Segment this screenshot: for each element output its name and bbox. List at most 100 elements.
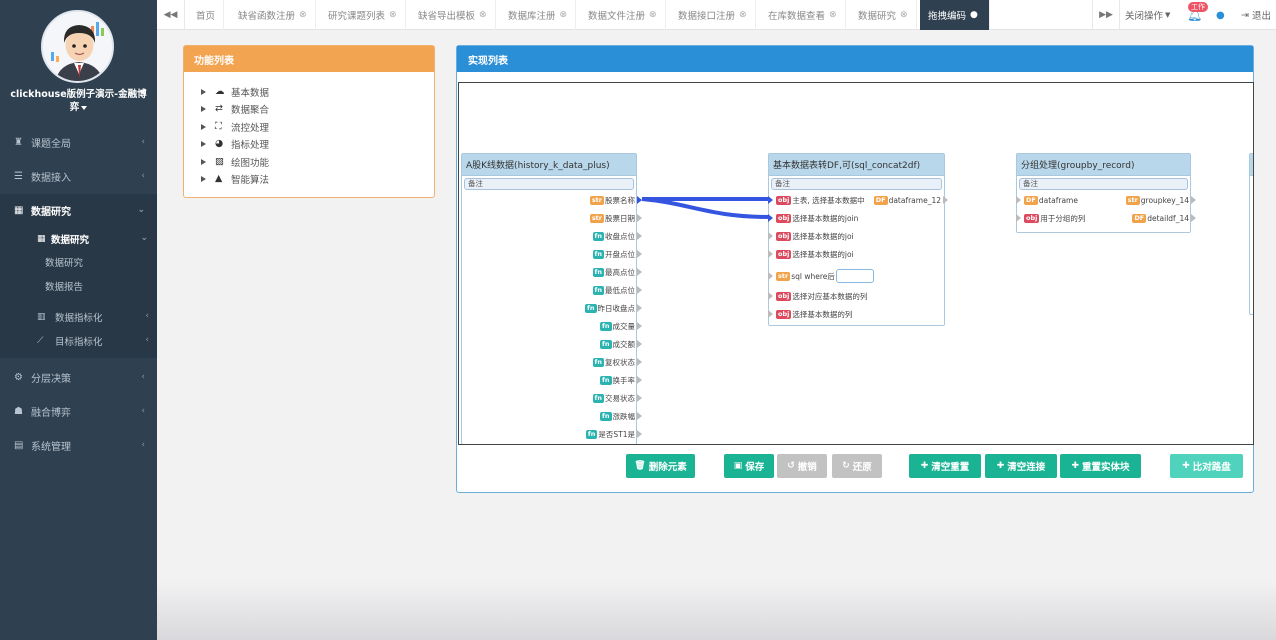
port-arrow-icon[interactable] — [637, 304, 642, 312]
output-port[interactable]: fn 是否ST1是 — [585, 428, 642, 440]
output-port[interactable]: fn 收盘点位 — [592, 230, 642, 242]
expand-triangle-icon[interactable] — [201, 88, 206, 95]
port-arrow-icon[interactable] — [637, 394, 642, 402]
reset-blocks-button[interactable]: ✚ 重置实体块 — [1060, 454, 1141, 478]
sidebar-item-global[interactable]: ♜ 课题全局 ‹ — [0, 126, 157, 158]
output-port[interactable]: fn 交易状态 — [592, 392, 642, 404]
port-arrow-icon[interactable] — [768, 250, 773, 258]
close-icon[interactable]: ⊗ — [829, 10, 837, 20]
sidebar-item-layered-decision[interactable]: ⚙ 分层决策 ‹ — [0, 361, 157, 393]
sidebar-item-system[interactable]: ▤ 系统管理 ‹ — [0, 429, 157, 461]
tab-default-functions[interactable]: 缺省函数注册 ⊗ — [230, 0, 316, 30]
close-icon[interactable]: ⊗ — [739, 10, 747, 20]
port-arrow-icon[interactable] — [768, 232, 773, 240]
port-arrow-icon[interactable] — [1016, 196, 1021, 204]
port-arrow-icon[interactable] — [637, 196, 642, 204]
expand-triangle-icon[interactable] — [201, 140, 206, 147]
sidebar-link-report[interactable]: 数据报告 — [0, 275, 157, 297]
output-port[interactable]: DF detaildf_14 — [1132, 212, 1196, 224]
node-title[interactable]: A股K线数据(history_k_data_plus) — [462, 154, 636, 176]
sidebar-item-data-access[interactable]: ☰ 数据接入 ‹ — [0, 160, 157, 192]
port-arrow-icon[interactable] — [768, 272, 773, 280]
tree-item-algorithms[interactable]: ▲ 智能算法 — [201, 170, 269, 187]
close-icon[interactable]: ⊗ — [649, 10, 657, 20]
input-port[interactable]: obj 选择基本数据的joi — [768, 230, 854, 242]
clear-reset-button[interactable]: ✚ 清空重置 — [909, 454, 981, 478]
flow-canvas[interactable]: A股K线数据(history_k_data_plus) 备注 str 股票名称 s… — [458, 82, 1254, 445]
output-port[interactable]: DF dataframe_12 — [873, 194, 948, 206]
undo-button[interactable]: ↺ 撤销 — [777, 454, 827, 478]
tab-research-topics[interactable]: 研究课题列表 ⊗ — [320, 0, 406, 30]
port-arrow-icon[interactable] — [943, 196, 948, 204]
output-port[interactable]: str 股票名称 — [589, 194, 642, 206]
tab-api-register[interactable]: 数据接口注册 ⊗ — [670, 0, 756, 30]
tabs-scroll-left-button[interactable]: ◀◀ — [157, 0, 185, 30]
input-port[interactable]: obj 主表, 选择基本数据中 — [768, 194, 865, 206]
port-arrow-icon[interactable] — [637, 430, 642, 438]
port-arrow-icon[interactable] — [768, 292, 773, 300]
output-port[interactable]: fn 最低点位 — [592, 284, 642, 296]
close-ops-dropdown[interactable]: 关闭操作 ▼ — [1125, 0, 1170, 30]
close-icon[interactable]: ⊗ — [560, 10, 568, 20]
user-menu[interactable]: ● — [1216, 0, 1225, 30]
tree-item-flow-control[interactable]: ⛶ 流控处理 — [201, 118, 269, 135]
port-arrow-icon[interactable] — [768, 310, 773, 318]
input-port[interactable]: obj 选择对应基本数据的列 — [768, 290, 867, 302]
close-icon[interactable]: ● — [970, 10, 978, 20]
output-port[interactable]: fn 开盘点位 — [592, 248, 642, 260]
port-arrow-icon[interactable] — [637, 322, 642, 330]
port-arrow-icon[interactable] — [637, 340, 642, 348]
sidebar-link-indicator[interactable]: ▥ 数据指标化 ‹ — [0, 306, 157, 328]
output-port[interactable]: fn 成交量 — [600, 320, 642, 332]
output-port[interactable]: fn 最高点位 — [592, 266, 642, 278]
expand-triangle-icon[interactable] — [201, 175, 206, 182]
node-groupby-record[interactable]: 分组处理(groupby_record) 备注 DF dataframe str g… — [1016, 153, 1196, 233]
port-arrow-icon[interactable] — [637, 376, 642, 384]
output-port[interactable]: fn 涨跌幅 — [600, 410, 642, 422]
sidebar-subgroup-research[interactable]: ▦ 数据研究 ⌄ — [0, 228, 157, 250]
profile-name[interactable]: clickhouse版例子演示-金融博弈 — [6, 88, 151, 114]
port-arrow-icon[interactable] — [768, 196, 773, 204]
node-note[interactable]: 备注 — [771, 178, 942, 190]
node-note[interactable]: 备注 — [1019, 178, 1188, 190]
expand-triangle-icon[interactable] — [201, 158, 206, 165]
port-arrow-icon[interactable] — [637, 214, 642, 222]
sidebar-item-fusion-game[interactable]: ☗ 融合博弈 ‹ — [0, 395, 157, 427]
input-port[interactable]: obj 选择基本数据的joi — [768, 248, 854, 260]
tabs-scroll-right-button[interactable]: ▶▶ — [1092, 0, 1120, 30]
port-arrow-icon[interactable] — [637, 358, 642, 366]
port-arrow-icon[interactable] — [637, 412, 642, 420]
close-icon[interactable]: ⊗ — [299, 10, 307, 20]
node-title[interactable]: 分组处理(groupby_record) — [1017, 154, 1190, 176]
output-port[interactable]: str groupkey_14 — [1125, 194, 1196, 206]
node-history-k-data[interactable]: A股K线数据(history_k_data_plus) 备注 str 股票名称 s… — [461, 153, 642, 444]
logout-button[interactable]: ⇥ 退出 — [1241, 0, 1271, 30]
save-button[interactable]: ▣ 保存 — [724, 454, 774, 478]
input-port[interactable]: obj 选择基本数据的列 — [768, 308, 852, 320]
output-port[interactable]: fn 复权状态 — [592, 356, 642, 368]
tree-item-plotting[interactable]: ▨ 绘图功能 — [201, 153, 269, 170]
port-arrow-icon[interactable] — [768, 214, 773, 222]
port-arrow-icon[interactable] — [1191, 196, 1196, 204]
input-port[interactable]: obj 用于分组的列 — [1016, 212, 1085, 224]
tree-item-indicators[interactable]: ◕ 指标处理 — [201, 135, 269, 152]
redo-button[interactable]: ↻ 还原 — [832, 454, 882, 478]
expand-triangle-icon[interactable] — [201, 123, 206, 130]
output-port[interactable]: str 股票日期 — [589, 212, 642, 224]
tab-db-register[interactable]: 数据库注册 ⊗ — [500, 0, 577, 30]
tree-item-aggregation[interactable]: ⇄ 数据聚合 — [201, 100, 269, 117]
port-arrow-icon[interactable] — [637, 250, 642, 258]
sidebar-item-data-research[interactable]: ▦ 数据研究 ⌄ — [0, 194, 157, 226]
output-port[interactable]: fn 昨日收盘点 — [585, 302, 642, 314]
tree-item-basic-data[interactable]: ☁ 基本数据 — [201, 83, 269, 100]
close-icon[interactable]: ⊗ — [479, 10, 487, 20]
node-partial[interactable] — [1249, 153, 1253, 315]
port-arrow-icon[interactable] — [637, 232, 642, 240]
output-port[interactable]: fn 换手率 — [600, 374, 642, 386]
tab-data-view[interactable]: 在库数据查看 ⊗ — [760, 0, 846, 30]
connector-line[interactable] — [641, 197, 770, 219]
close-icon[interactable]: ⊗ — [900, 10, 908, 20]
close-icon[interactable]: ⊗ — [389, 10, 397, 20]
port-arrow-icon[interactable] — [1191, 214, 1196, 222]
sidebar-link-target[interactable]: ⟋ 目标指标化 ‹ — [0, 330, 157, 352]
